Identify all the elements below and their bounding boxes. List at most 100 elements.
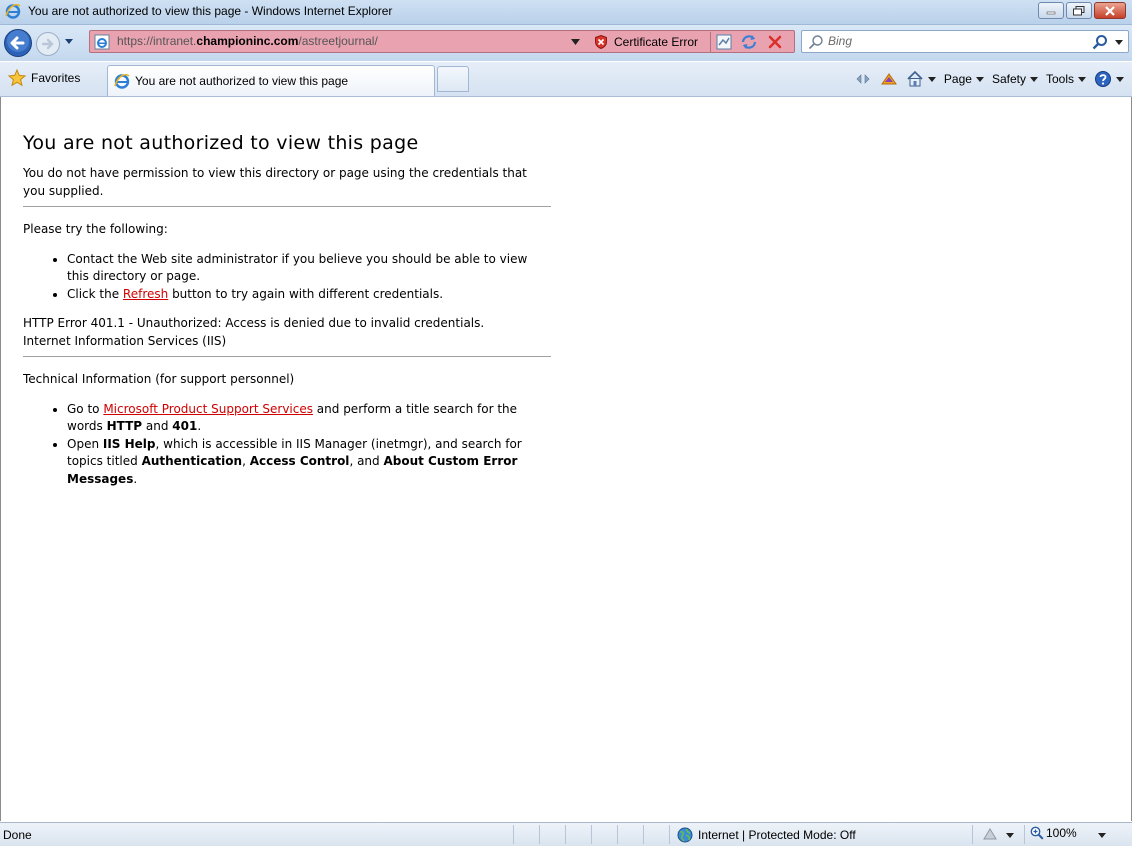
try-heading: Please try the following: [23,222,168,236]
zoom-dropdown[interactable] [1098,833,1106,838]
safety-menu-label: Safety [991,72,1026,86]
status-divider [972,825,973,844]
security-zone[interactable]: Internet | Protected Mode: Off [677,826,856,844]
home-button[interactable] [906,70,936,88]
status-divider [643,825,644,844]
refresh-pre: Click the [67,286,123,301]
safety-menu[interactable]: Safety [992,72,1038,86]
goto-and: and [142,419,173,433]
goto-end: . [197,419,202,433]
chevron-down-icon[interactable] [1006,833,1014,838]
globe-icon [677,827,693,843]
window-title: You are not authorized to view this page… [28,4,393,18]
address-history-dropdown[interactable] [571,39,580,45]
iis-help-text: IIS Help [102,436,156,451]
stop-icon [768,35,782,49]
search-options-dropdown[interactable] [1115,40,1123,45]
sep-1: , [242,454,250,468]
url-path: /astreetjournal/ [298,34,378,48]
shield-error-icon [595,35,607,49]
command-buttons: Page Safety Tools [854,69,1124,89]
divider [23,356,551,357]
status-divider [617,825,618,844]
close-icon [1105,5,1115,16]
error-document: You are not authorized to view this page… [23,131,551,500]
refresh-link[interactable]: Refresh [123,287,168,301]
certificate-error-button[interactable]: Certificate Error [594,33,698,51]
search-box[interactable]: Bing [801,30,1129,53]
tab-title: You are not authorized to view this page [135,74,349,88]
tools-menu-label: Tools [1045,72,1074,86]
favorites-button[interactable]: Favorites [8,68,80,88]
chevron-down-icon [1116,76,1124,82]
stop-button[interactable] [766,33,784,51]
page-heading: You are not authorized to view this page [23,132,419,154]
ie-logo-icon [5,3,21,19]
window-titlebar: You are not authorized to view this page… [0,0,1132,25]
home-dropdown-caret[interactable] [927,76,936,82]
status-bar: Done Internet | Protected Mode: Off 100% [0,822,1132,846]
divider [23,206,551,207]
magnifier-icon [1092,43,1099,50]
add-on-status-icon[interactable] [982,827,998,842]
list-item-contact: Contact the Web site administrator if yo… [67,251,551,286]
address-bar[interactable]: https://intranet.championinc.com/astreet… [89,30,795,53]
address-divider [710,32,711,52]
web-slices-button[interactable] [880,70,898,88]
zoom-icon [1030,826,1044,840]
compatibility-view-button[interactable] [715,33,733,51]
command-bar: Favorites You are not authorized to view… [0,62,1132,97]
page-menu-label: Page [943,72,972,86]
page-ie-icon [94,34,110,50]
error-line: HTTP Error 401.1 - Unauthorized: Access … [23,316,485,330]
tech-heading: Technical Information (for support perso… [23,372,295,386]
search-button[interactable] [1092,34,1108,50]
sep-2: , and [349,454,384,468]
intro-text: You do not have permission to view this … [23,166,527,198]
help-menu[interactable] [1094,70,1124,88]
status-divider [539,825,540,844]
status-divider [513,825,514,844]
tech-list: Go to Microsoft Product Support Services… [23,401,551,489]
server-line: Internet Information Services (IIS) [23,333,227,348]
chevron-down-icon [1078,76,1086,82]
search-placeholder[interactable]: Bing [828,34,852,48]
goto-pre: Go to [67,401,104,416]
status-text: Done [3,828,32,842]
status-divider [591,825,592,844]
favorites-label: Favorites [31,71,81,85]
list-item-support: Go to Microsoft Product Support Services… [67,401,551,436]
forward-button[interactable] [35,31,61,57]
navigation-bar: https://intranet.championinc.com/astreet… [0,25,1132,61]
help-icon [1095,71,1111,87]
refresh-button[interactable] [740,33,758,51]
list-item-iis-help: Open IIS Help, which is accessible in II… [67,436,551,489]
recent-pages-dropdown[interactable] [64,38,74,45]
topic-access-control: Access Control [249,454,350,468]
status-divider [1024,825,1025,844]
window-controls [1036,2,1126,20]
try-list: Contact the Web site administrator if yo… [23,251,551,304]
new-tab-button[interactable] [437,66,469,92]
status-divider [565,825,566,844]
page-content: You are not authorized to view this page… [0,97,1132,821]
back-button[interactable] [3,28,33,58]
tools-menu[interactable]: Tools [1046,72,1086,86]
tab-current-page[interactable]: You are not authorized to view this page [107,65,435,96]
support-link[interactable]: Microsoft Product Support Services [103,402,313,416]
zone-label: Internet | Protected Mode: Off [698,828,856,842]
certificate-error-label: Certificate Error [614,35,699,49]
zoom-button[interactable]: 100% [1030,826,1077,840]
ie-logo-icon [114,73,130,89]
page-menu[interactable]: Page [944,72,984,86]
star-icon [8,69,26,87]
close-window-button[interactable] [1094,2,1126,19]
refresh-post: button to try again with different crede… [168,286,444,301]
restore-button[interactable] [1066,2,1092,19]
chevron-down-icon [1029,76,1038,82]
feeds-button[interactable] [854,70,872,88]
topic-authentication: Authentication [141,454,243,468]
url-text[interactable]: https://intranet.championinc.com/astreet… [117,34,378,48]
home-icon [907,70,923,87]
minimize-button[interactable] [1038,2,1064,19]
